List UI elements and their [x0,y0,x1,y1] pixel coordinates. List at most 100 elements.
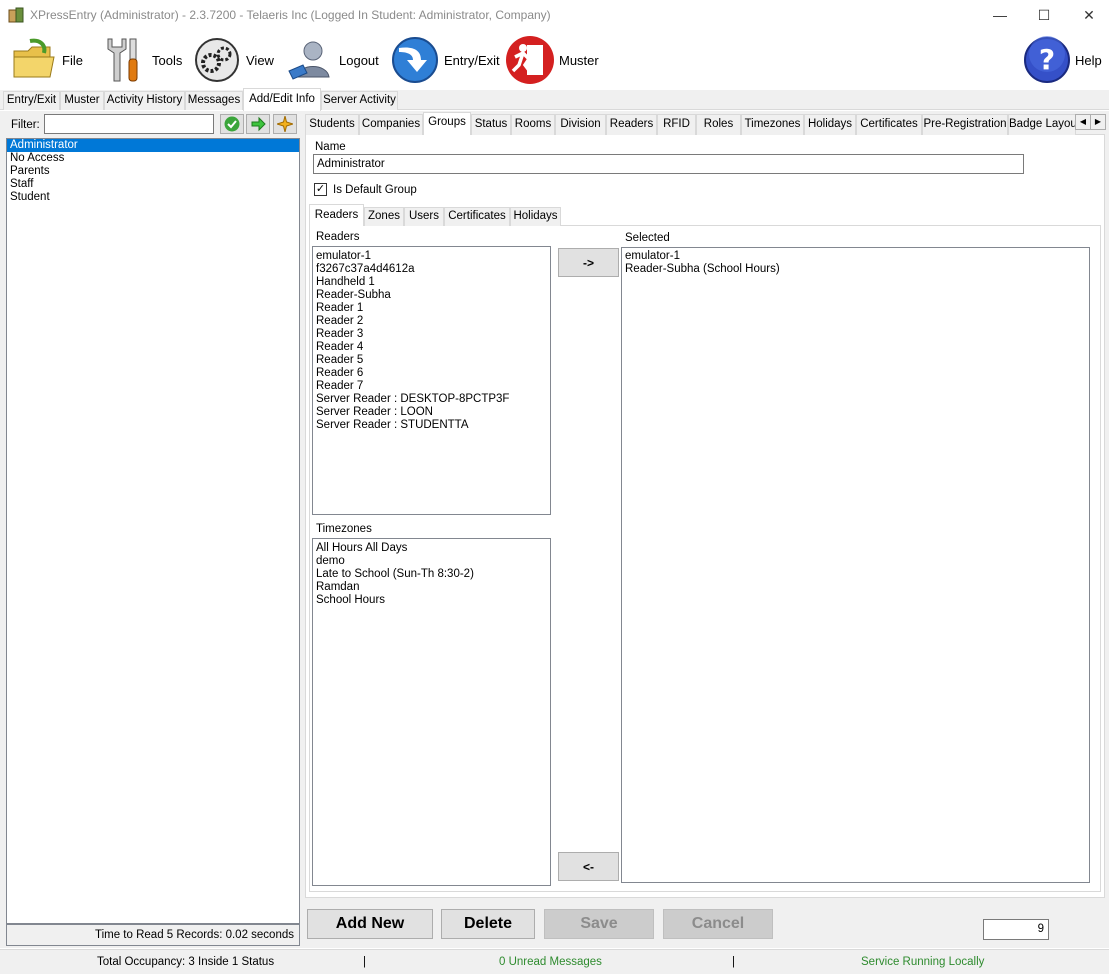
list-item[interactable]: Reader 5 [313,354,550,367]
tab-certificates-inner[interactable]: Certificates [444,207,510,226]
entity-tab-strip: Students Companies Groups Status Rooms D… [305,112,1106,136]
close-button[interactable]: ✕ [1066,0,1109,30]
add-selected-button[interactable]: -> [558,248,619,277]
window-title: XPressEntry (Administrator) - 2.3.7200 -… [30,8,551,22]
tab-muster[interactable]: Muster [60,91,104,110]
cancel-button[interactable]: Cancel [663,909,773,939]
add-new-button[interactable]: Add New [307,909,433,939]
list-item[interactable]: Reader 4 [313,341,550,354]
file-button[interactable]: File [8,30,83,90]
tab-certificates[interactable]: Certificates [856,114,922,135]
main-toolbar: File Tools View Logout Entry/Exit Muster… [0,30,1109,90]
default-group-label: Is Default Group [333,184,417,196]
entry-exit-arrow-icon [390,35,440,85]
list-item[interactable]: Student [7,191,299,204]
name-label: Name [315,141,346,153]
list-item[interactable]: Staff [7,178,299,191]
list-item[interactable]: Handheld 1 [313,276,550,289]
list-item[interactable]: School Hours [313,594,550,607]
tab-badge-layout[interactable]: Badge Layou [1008,114,1076,135]
timezones-list[interactable]: All Hours All Days demo Late to School (… [312,538,551,886]
tab-server-activity[interactable]: Server Activity [321,91,398,110]
folder-icon [8,35,58,85]
maximize-button[interactable]: ☐ [1021,0,1067,30]
list-item[interactable]: Reader 3 [313,328,550,341]
logout-label: Logout [339,52,379,68]
list-item[interactable]: demo [313,555,550,568]
delete-button[interactable]: Delete [441,909,535,939]
check-icon [224,116,240,132]
svg-text:?: ? [1039,43,1055,76]
tab-activity-history[interactable]: Activity History [104,91,185,110]
list-item[interactable]: emulator-1 [622,250,1089,263]
tab-rooms[interactable]: Rooms [511,114,555,135]
tab-holidays-inner[interactable]: Holidays [510,207,561,226]
list-item[interactable]: emulator-1 [313,250,550,263]
save-button[interactable]: Save [544,909,654,939]
list-item[interactable]: Reader-Subha (School Hours) [622,263,1089,276]
tab-groups[interactable]: Groups [423,112,471,136]
tab-division[interactable]: Division [555,114,606,135]
list-item[interactable]: Parents [7,165,299,178]
muster-button[interactable]: Muster [505,30,599,90]
list-item[interactable]: f3267c37a4d4612a [313,263,550,276]
readers-list[interactable]: emulator-1 f3267c37a4d4612a Handheld 1 R… [312,246,551,515]
tab-timezones[interactable]: Timezones [741,114,804,135]
tab-readers[interactable]: Readers [606,114,657,135]
list-item[interactable]: Ramdan [313,581,550,594]
list-item[interactable]: All Hours All Days [313,542,550,555]
tab-messages[interactable]: Messages [185,91,243,110]
tab-zones[interactable]: Zones [364,207,404,226]
title-bar: XPressEntry (Administrator) - 2.3.7200 -… [0,0,1109,30]
list-item[interactable]: Reader 2 [313,315,550,328]
timezones-label: Timezones [316,523,372,535]
group-name-input[interactable]: Administrator [313,154,1024,174]
tab-users[interactable]: Users [404,207,444,226]
list-item[interactable]: Reader 7 [313,380,550,393]
tab-pre-registration[interactable]: Pre-Registration [922,114,1008,135]
view-button[interactable]: View [192,30,274,90]
emergency-exit-icon [505,35,555,85]
next-filter-button[interactable] [246,114,270,134]
tab-students[interactable]: Students [305,114,359,135]
list-item[interactable]: Reader 6 [313,367,550,380]
tab-roles[interactable]: Roles [696,114,741,135]
tab-scroll-right-button[interactable]: ▶ [1090,114,1106,130]
default-group-checkbox[interactable]: ✓ [314,183,327,196]
tab-rfid[interactable]: RFID [657,114,696,135]
list-item[interactable]: Administrator [7,139,299,152]
help-label: Help [1075,52,1102,68]
list-item[interactable]: Reader-Subha [313,289,550,302]
selected-list[interactable]: emulator-1 Reader-Subha (School Hours) [621,247,1090,883]
list-item[interactable]: Server Reader : LOON [313,406,550,419]
status-separator: | [732,956,735,968]
apply-filter-button[interactable] [220,114,244,134]
tab-holidays[interactable]: Holidays [804,114,856,135]
list-item[interactable]: Server Reader : STUDENTTA [313,419,550,432]
minimize-button[interactable]: — [977,0,1023,30]
status-separator: | [363,956,366,968]
logout-button[interactable]: Logout [285,30,379,90]
tab-add-edit-info[interactable]: Add/Edit Info [243,88,321,111]
tab-scroll-left-button[interactable]: ◀ [1075,114,1091,130]
record-count-field[interactable]: 9 [983,919,1049,940]
list-item[interactable]: Server Reader : DESKTOP-8PCTP3F [313,393,550,406]
view-label: View [246,52,274,68]
tab-companies[interactable]: Companies [359,114,423,135]
list-item[interactable]: Late to School (Sun-Th 8:30-2) [313,568,550,581]
clear-filter-button[interactable] [273,114,297,134]
list-item[interactable]: No Access [7,152,299,165]
entry-exit-button[interactable]: Entry/Exit [390,30,500,90]
filter-input[interactable] [44,114,214,134]
group-detail-tab-strip: Readers Zones Users Certificates Holiday… [309,204,1101,226]
group-list[interactable]: Administrator No Access Parents Staff St… [6,138,300,924]
tab-readers-inner[interactable]: Readers [309,204,364,226]
tools-button[interactable]: Tools [98,30,182,90]
list-item[interactable]: Reader 1 [313,302,550,315]
unread-messages-status[interactable]: 0 Unread Messages [499,956,602,968]
help-button[interactable]: ? Help [1023,30,1102,90]
file-label: File [62,52,83,68]
tab-status[interactable]: Status [471,114,511,135]
remove-selected-button[interactable]: <- [558,852,619,881]
tab-entry-exit[interactable]: Entry/Exit [3,91,60,110]
